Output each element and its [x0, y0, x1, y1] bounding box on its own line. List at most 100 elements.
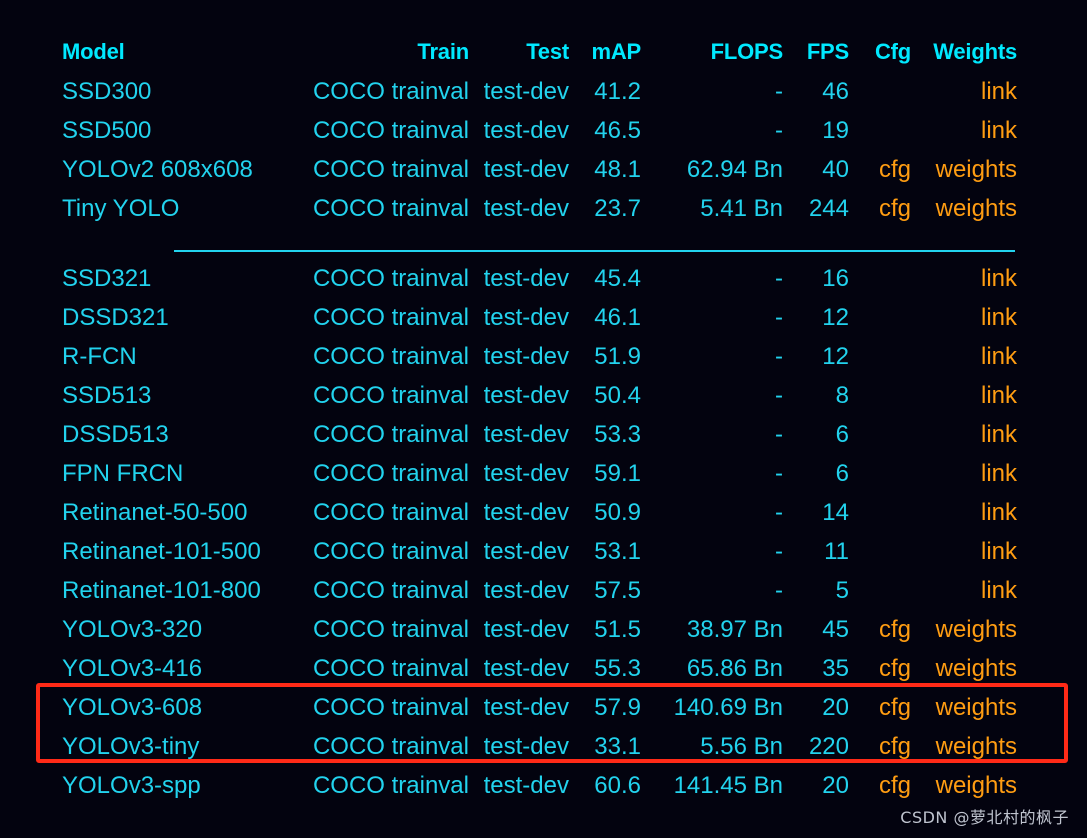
cfg-link[interactable]: cfg	[879, 655, 911, 682]
cell-fps: 6	[835, 421, 849, 448]
cell-weights[interactable]: weights	[911, 649, 1017, 688]
weights-link[interactable]: link	[981, 343, 1017, 370]
cell-model: YOLOv3-416	[62, 655, 203, 682]
cell-flops: -	[775, 117, 783, 144]
cell-model: YOLOv3-tiny	[62, 733, 200, 760]
weights-link[interactable]: link	[981, 382, 1017, 409]
weights-link[interactable]: link	[981, 265, 1017, 292]
cell-cfg	[849, 111, 911, 150]
model-benchmark-table: Model Train Test mAP FLOPS FPS Cfg Weigh…	[62, 32, 1017, 805]
weights-link[interactable]: weights	[936, 733, 1017, 760]
cfg-link[interactable]: cfg	[879, 733, 911, 760]
cell-test: test-dev	[483, 460, 569, 487]
cfg-link[interactable]: cfg	[879, 772, 911, 799]
table-row: DSSD321 COCO trainval test-dev 46.1 - 12 link	[62, 298, 1017, 337]
table-row: YOLOv3-320 COCO trainval test-dev 51.5 38.97…	[62, 610, 1017, 649]
cell-map: 55.3	[594, 655, 641, 682]
cell-weights[interactable]: weights	[911, 189, 1017, 228]
cell-map: 50.9	[594, 499, 641, 526]
cell-train: COCO trainval	[312, 655, 469, 682]
weights-link[interactable]: weights	[936, 655, 1017, 682]
cell-train: COCO trainval	[312, 195, 469, 222]
column-header-model: Model	[62, 39, 125, 64]
cell-flops: -	[775, 499, 783, 526]
cell-flops: 5.56 Bn	[700, 733, 783, 760]
cell-cfg[interactable]: cfg	[849, 766, 911, 805]
weights-link[interactable]: weights	[936, 694, 1017, 721]
cell-fps: 14	[822, 499, 849, 526]
cell-cfg	[849, 532, 911, 571]
column-header-weights: Weights	[933, 39, 1017, 64]
table-row: R-FCN COCO trainval test-dev 51.9 - 12 link	[62, 337, 1017, 376]
cell-fps: 220	[808, 733, 849, 760]
cell-cfg	[849, 376, 911, 415]
table-header: Model Train Test mAP FLOPS FPS Cfg Weigh…	[62, 32, 1017, 72]
cell-flops: 140.69 Bn	[673, 694, 783, 721]
cell-model: SSD500	[62, 117, 152, 144]
weights-link[interactable]: link	[981, 538, 1017, 565]
cell-map: 53.1	[594, 538, 641, 565]
cell-cfg[interactable]: cfg	[849, 610, 911, 649]
cell-weights[interactable]: link	[911, 337, 1017, 376]
cell-model: YOLOv2 608x608	[62, 156, 253, 183]
cfg-link[interactable]: cfg	[879, 195, 911, 222]
weights-link[interactable]: link	[981, 577, 1017, 604]
cell-weights[interactable]: weights	[911, 766, 1017, 805]
cell-train: COCO trainval	[312, 499, 469, 526]
cell-model: Retinanet-50-500	[62, 499, 248, 526]
weights-link[interactable]: weights	[936, 195, 1017, 222]
weights-link[interactable]: link	[981, 304, 1017, 331]
cell-test: test-dev	[483, 577, 569, 604]
cell-map: 60.6	[594, 772, 641, 799]
cell-weights[interactable]: link	[911, 454, 1017, 493]
cell-test: test-dev	[483, 195, 569, 222]
cell-cfg[interactable]: cfg	[849, 688, 911, 727]
weights-link[interactable]: link	[981, 421, 1017, 448]
cell-model: FPN FRCN	[62, 460, 184, 487]
cell-model: Tiny YOLO	[62, 195, 180, 222]
weights-link[interactable]: link	[981, 499, 1017, 526]
cell-weights[interactable]: link	[911, 72, 1017, 111]
cfg-link[interactable]: cfg	[879, 156, 911, 183]
cell-weights[interactable]: link	[911, 376, 1017, 415]
cell-cfg[interactable]: cfg	[849, 649, 911, 688]
cell-weights[interactable]: link	[911, 532, 1017, 571]
cell-weights[interactable]: link	[911, 415, 1017, 454]
weights-link[interactable]: weights	[936, 616, 1017, 643]
cell-flops: -	[775, 265, 783, 292]
cell-model: YOLOv3-spp	[62, 772, 201, 799]
cfg-link[interactable]: cfg	[879, 694, 911, 721]
cell-fps: 16	[822, 265, 849, 292]
weights-link[interactable]: weights	[936, 772, 1017, 799]
cell-cfg	[849, 493, 911, 532]
table-row: FPN FRCN COCO trainval test-dev 59.1 - 6 link	[62, 454, 1017, 493]
cell-weights[interactable]: weights	[911, 150, 1017, 189]
cell-weights[interactable]: weights	[911, 727, 1017, 766]
cell-test: test-dev	[483, 733, 569, 760]
cell-cfg[interactable]: cfg	[849, 150, 911, 189]
cell-test: test-dev	[483, 694, 569, 721]
weights-link[interactable]: weights	[936, 156, 1017, 183]
cell-train: COCO trainval	[312, 78, 469, 105]
cell-cfg[interactable]: cfg	[849, 189, 911, 228]
cell-weights[interactable]: link	[911, 259, 1017, 298]
weights-link[interactable]: link	[981, 117, 1017, 144]
cell-map: 51.5	[594, 616, 641, 643]
cell-weights[interactable]: link	[911, 571, 1017, 610]
cfg-link[interactable]: cfg	[879, 616, 911, 643]
cell-weights[interactable]: weights	[911, 688, 1017, 727]
cell-train: COCO trainval	[312, 577, 469, 604]
cell-map: 51.9	[594, 343, 641, 370]
table-row: Retinanet-101-800 COCO trainval test-dev 57…	[62, 571, 1017, 610]
cell-weights[interactable]: link	[911, 111, 1017, 150]
cell-weights[interactable]: weights	[911, 610, 1017, 649]
cell-map: 59.1	[594, 460, 641, 487]
weights-link[interactable]: link	[981, 78, 1017, 105]
cell-weights[interactable]: link	[911, 493, 1017, 532]
cell-map: 23.7	[594, 195, 641, 222]
cell-train: COCO trainval	[312, 421, 469, 448]
cell-train: COCO trainval	[312, 733, 469, 760]
weights-link[interactable]: link	[981, 460, 1017, 487]
cell-weights[interactable]: link	[911, 298, 1017, 337]
cell-cfg[interactable]: cfg	[849, 727, 911, 766]
